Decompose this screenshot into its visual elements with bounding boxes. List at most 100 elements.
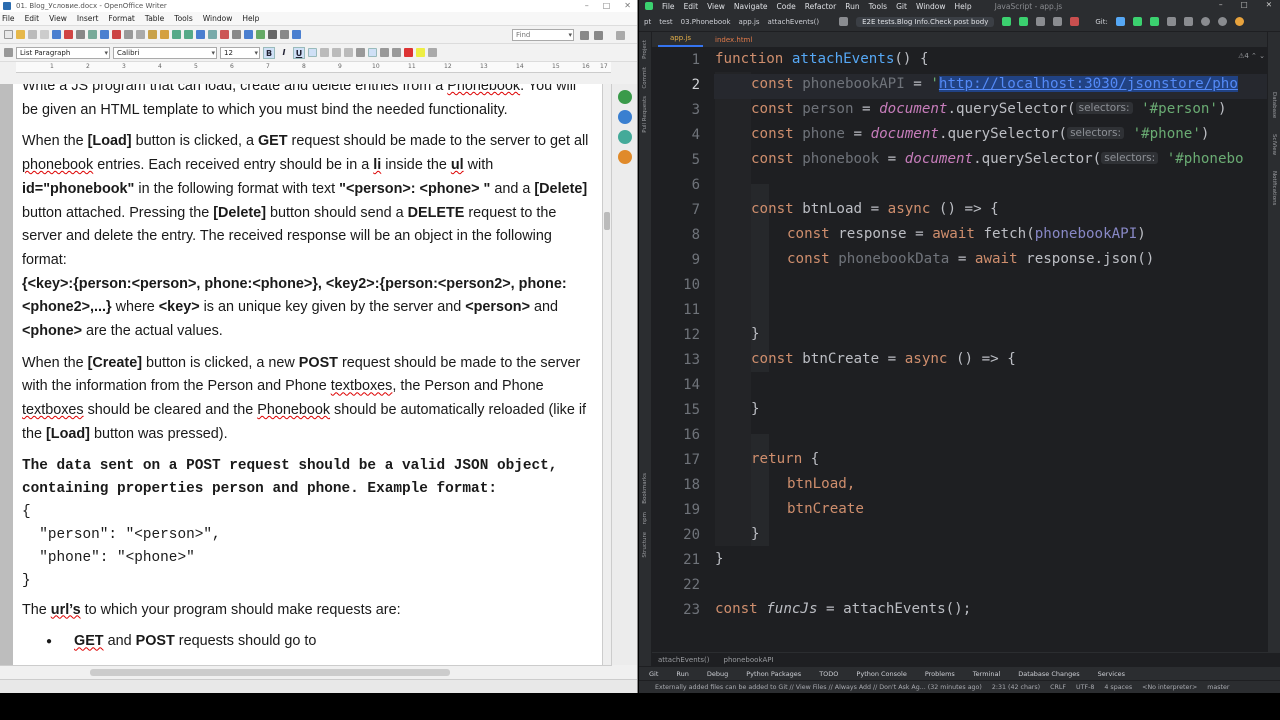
decrease-indent-icon[interactable] xyxy=(380,48,389,57)
paste-icon[interactable] xyxy=(148,30,157,39)
email-icon[interactable] xyxy=(40,30,49,39)
bold-button[interactable]: B xyxy=(263,46,275,59)
format-paintbrush-icon[interactable] xyxy=(160,30,169,39)
vertical-scroll-thumb[interactable] xyxy=(604,212,610,230)
stop-icon[interactable] xyxy=(1070,17,1080,26)
italic-button[interactable]: I xyxy=(278,47,290,59)
document-page[interactable]: Write a JS program that can load, create… xyxy=(13,84,604,665)
user-icon[interactable] xyxy=(839,17,849,26)
ide-close-icon[interactable]: ✕ xyxy=(1266,0,1272,9)
tool-pull-requests[interactable]: Pull Requests xyxy=(642,96,648,133)
horizontal-ruler[interactable]: 1 2 3 4 5 6 7 8 9 10 11 12 13 14 15 16 1… xyxy=(16,62,611,73)
inspection-widget[interactable]: ⚠4 ⌃ ⌄ xyxy=(1238,52,1265,60)
tab-index-html[interactable]: index.html xyxy=(703,34,764,47)
status-branch[interactable]: master xyxy=(1207,684,1229,691)
search-icon[interactable] xyxy=(1200,17,1210,26)
ide-menu-help[interactable]: Help xyxy=(955,2,972,11)
status-indent[interactable]: 4 spaces xyxy=(1104,684,1132,691)
horizontal-scroll-thumb[interactable] xyxy=(90,669,450,676)
align-right-icon[interactable] xyxy=(332,48,341,57)
redo-icon[interactable] xyxy=(184,30,193,39)
menu-view[interactable]: View xyxy=(49,14,67,23)
styles-icon[interactable] xyxy=(4,48,13,57)
status-caret-position[interactable]: 2:31 (42 chars) xyxy=(992,684,1040,691)
print-icon[interactable] xyxy=(76,30,85,39)
tool-problems[interactable]: Problems xyxy=(925,670,955,678)
breadcrumb-variable[interactable]: phonebookAPI xyxy=(724,656,774,664)
increase-indent-icon[interactable] xyxy=(392,48,401,57)
navigator-icon[interactable] xyxy=(244,30,253,39)
status-interpreter[interactable]: <No interpreter> xyxy=(1142,684,1197,691)
navigator-sidebar-icon[interactable] xyxy=(617,150,632,164)
find-prev-icon[interactable] xyxy=(594,31,603,40)
nav-crumb[interactable]: 03.Phonebook xyxy=(681,18,731,26)
tool-bookmarks[interactable]: Bookmarks xyxy=(642,473,648,504)
ide-menu-window[interactable]: Window xyxy=(916,2,946,11)
font-color-icon[interactable] xyxy=(404,48,413,57)
table-icon[interactable] xyxy=(208,30,217,39)
nav-crumb-file[interactable]: app.js xyxy=(739,18,760,26)
nav-crumb[interactable]: test xyxy=(659,18,672,26)
git-update-icon[interactable] xyxy=(1115,17,1125,26)
ide-maximize-icon[interactable]: □ xyxy=(1241,0,1248,9)
settings-icon[interactable] xyxy=(1217,17,1227,26)
tool-notifications[interactable]: Notifications xyxy=(1271,171,1277,205)
tool-services[interactable]: Services xyxy=(1098,670,1125,678)
tool-structure[interactable]: Structure xyxy=(642,532,648,558)
ide-menu-run[interactable]: Run xyxy=(845,2,859,11)
menu-table[interactable]: Table xyxy=(145,14,164,23)
gallery-icon[interactable] xyxy=(256,30,265,39)
status-line-separator[interactable]: CRLF xyxy=(1050,684,1066,691)
history-icon[interactable] xyxy=(1166,17,1176,26)
find-next-icon[interactable] xyxy=(580,31,589,40)
find-input[interactable]: Find xyxy=(512,29,574,41)
tab-app-js[interactable]: app.js xyxy=(658,32,703,47)
ide-menu-view[interactable]: View xyxy=(707,2,725,11)
ide-menu-git[interactable]: Git xyxy=(896,2,907,11)
nav-crumb-function[interactable]: attachEvents() xyxy=(768,18,820,26)
hyperlink-icon[interactable] xyxy=(196,30,205,39)
ide-menu-refactor[interactable]: Refactor xyxy=(805,2,836,11)
help-icon[interactable] xyxy=(292,30,301,39)
tool-python-packages[interactable]: Python Packages xyxy=(746,670,801,678)
git-commit-icon[interactable] xyxy=(1132,17,1142,26)
spellcheck-icon[interactable] xyxy=(100,30,109,39)
menu-format[interactable]: Format xyxy=(108,14,134,23)
properties-icon[interactable] xyxy=(617,90,632,104)
tool-npm[interactable]: npm xyxy=(642,512,648,524)
align-center-icon[interactable] xyxy=(320,48,329,57)
ide-minimize-icon[interactable]: – xyxy=(1219,0,1223,9)
document-vertical-scrollbar[interactable] xyxy=(602,84,611,665)
tool-database-changes[interactable]: Database Changes xyxy=(1018,670,1079,678)
tool-sciview[interactable]: SciView xyxy=(1271,134,1277,155)
rollback-icon[interactable] xyxy=(1183,17,1193,26)
numbering-icon[interactable] xyxy=(356,48,365,57)
copy-icon[interactable] xyxy=(136,30,145,39)
code-editor[interactable]: ⚠4 ⌃ ⌄ function attachEvents() { const p… xyxy=(714,48,1267,651)
tool-commit[interactable]: Commit xyxy=(642,67,648,89)
menu-help[interactable]: Help xyxy=(242,14,259,23)
close-icon[interactable]: ✕ xyxy=(624,0,631,12)
save-icon[interactable] xyxy=(28,30,37,39)
highlight-icon[interactable] xyxy=(416,48,425,57)
export-pdf-icon[interactable] xyxy=(64,30,73,39)
menu-tools[interactable]: Tools xyxy=(174,14,192,23)
open-icon[interactable] xyxy=(16,30,25,39)
menu-window[interactable]: Window xyxy=(203,14,233,23)
document-horizontal-scrollbar[interactable] xyxy=(0,665,612,679)
tool-run[interactable]: Run xyxy=(676,670,688,678)
tool-python-console[interactable]: Python Console xyxy=(856,670,906,678)
status-message[interactable]: Externally added files can be added to G… xyxy=(655,684,982,691)
debug-icon[interactable] xyxy=(1019,17,1029,26)
maximize-icon[interactable]: □ xyxy=(603,0,611,12)
ide-menu-code[interactable]: Code xyxy=(777,2,796,11)
tool-project[interactable]: Project xyxy=(642,40,648,59)
undo-icon[interactable] xyxy=(172,30,181,39)
new-document-icon[interactable] xyxy=(4,30,13,39)
bullets-icon[interactable] xyxy=(368,48,377,57)
git-push-icon[interactable] xyxy=(1149,17,1159,26)
menu-edit[interactable]: Edit xyxy=(25,14,40,23)
cut-icon[interactable] xyxy=(124,30,133,39)
paragraph-style-select[interactable]: List Paragraph xyxy=(16,46,110,59)
coverage-icon[interactable] xyxy=(1036,17,1046,26)
